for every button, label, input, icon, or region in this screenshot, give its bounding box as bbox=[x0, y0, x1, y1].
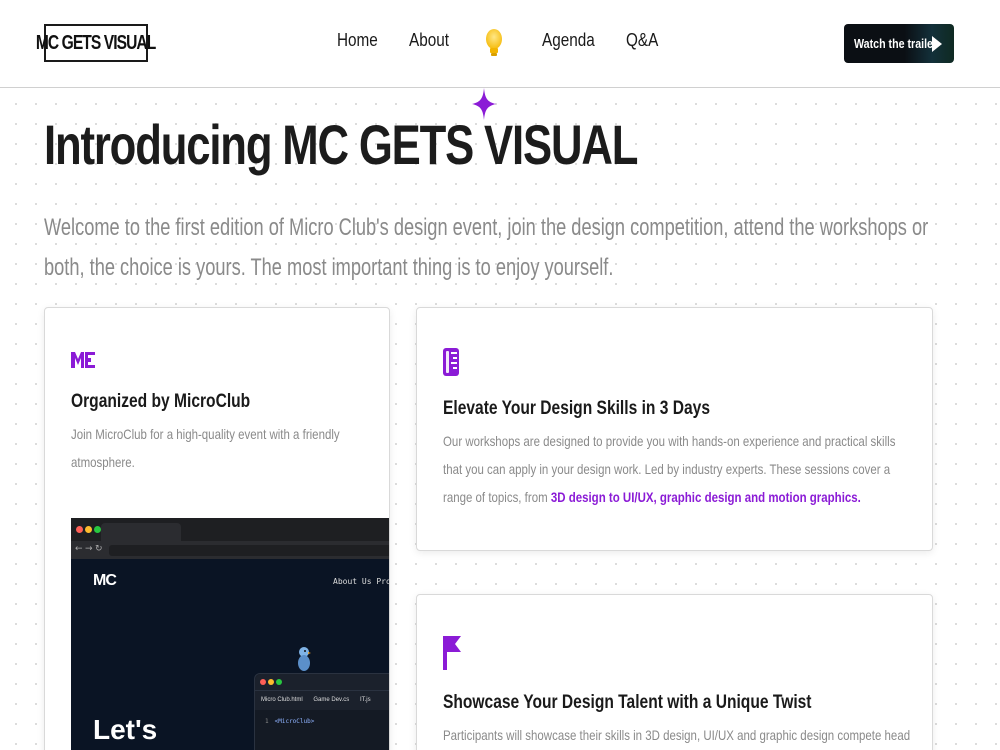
watch-trailer-button[interactable]: Watch the trailer bbox=[844, 24, 954, 63]
url-field bbox=[109, 545, 389, 556]
browser-titlebar bbox=[71, 518, 389, 541]
minimize-dot-icon bbox=[85, 526, 92, 533]
browser-tab bbox=[101, 523, 181, 541]
code-editor-window: Micro Club.html Game Dev.cs IT.js 1 <Micr… bbox=[254, 673, 389, 750]
nav-qa[interactable]: Q&A bbox=[626, 30, 664, 51]
lightbulb-icon[interactable] bbox=[483, 27, 505, 61]
nav-about[interactable]: About bbox=[409, 30, 456, 51]
card-text: Join MicroClub for a high-quality event … bbox=[71, 426, 340, 470]
flag-icon bbox=[443, 636, 461, 670]
maximize-dot-icon bbox=[94, 526, 101, 533]
site-header: MC GETS VISUAL Home About Agenda Q&A Wat… bbox=[0, 0, 1000, 88]
close-dot-icon bbox=[260, 679, 266, 685]
feature-card-competition: Showcase Your Design Talent with a Uniqu… bbox=[416, 594, 933, 750]
minimize-dot-icon bbox=[268, 679, 274, 685]
reload-icon: ↻ bbox=[95, 544, 103, 554]
editor-tab: Game Dev.cs bbox=[313, 697, 350, 703]
card-text: Our workshops are designed to provide yo… bbox=[443, 433, 896, 505]
maximize-dot-icon bbox=[276, 679, 282, 685]
mascot-icon bbox=[298, 647, 311, 671]
feature-card-workshops: Elevate Your Design Skills in 3 Days Our… bbox=[416, 307, 933, 551]
feature-card-organizer: Organized by MicroClub Join MicroClub fo… bbox=[44, 307, 390, 750]
website-preview-image: ← → ↻ MC About Us Projects Micro Club.ht… bbox=[71, 518, 389, 750]
editor-tabs: Micro Club.html Game Dev.cs IT.js bbox=[255, 690, 389, 710]
card-title: Elevate Your Design Skills in 3 Days bbox=[443, 398, 710, 419]
back-arrow-icon: ← bbox=[75, 544, 83, 554]
close-dot-icon bbox=[76, 526, 83, 533]
watch-trailer-label: Watch the trailer bbox=[854, 36, 938, 51]
card-title: Showcase Your Design Talent with a Uniqu… bbox=[443, 692, 812, 713]
hero-subtitle: Welcome to the first edition of Micro Cl… bbox=[44, 214, 929, 281]
microclub-logo-icon bbox=[71, 352, 95, 368]
editor-tab: Micro Club.html bbox=[261, 697, 303, 703]
card-text: Participants will showcase their skills … bbox=[443, 727, 911, 743]
code-line: 1 <MicroClub> bbox=[265, 718, 315, 725]
preview-headline: Let's bbox=[93, 714, 158, 745]
nav-agenda[interactable]: Agenda bbox=[542, 30, 604, 51]
play-icon bbox=[932, 36, 942, 52]
preview-logo: MC bbox=[93, 572, 117, 589]
editor-tab: IT.js bbox=[359, 697, 371, 703]
preview-nav: About Us Projects bbox=[333, 577, 389, 586]
browser-address-bar: ← → ↻ bbox=[71, 541, 389, 559]
card-title: Organized by MicroClub bbox=[71, 391, 251, 412]
nav-home[interactable]: Home bbox=[337, 30, 385, 51]
ruler-icon bbox=[443, 348, 459, 376]
forward-arrow-icon: → bbox=[85, 544, 93, 554]
highlight-text: 3D design to UI/UX, graphic design and m… bbox=[550, 489, 861, 505]
hero-title: Introducing MC GETS VISUAL bbox=[44, 113, 638, 176]
